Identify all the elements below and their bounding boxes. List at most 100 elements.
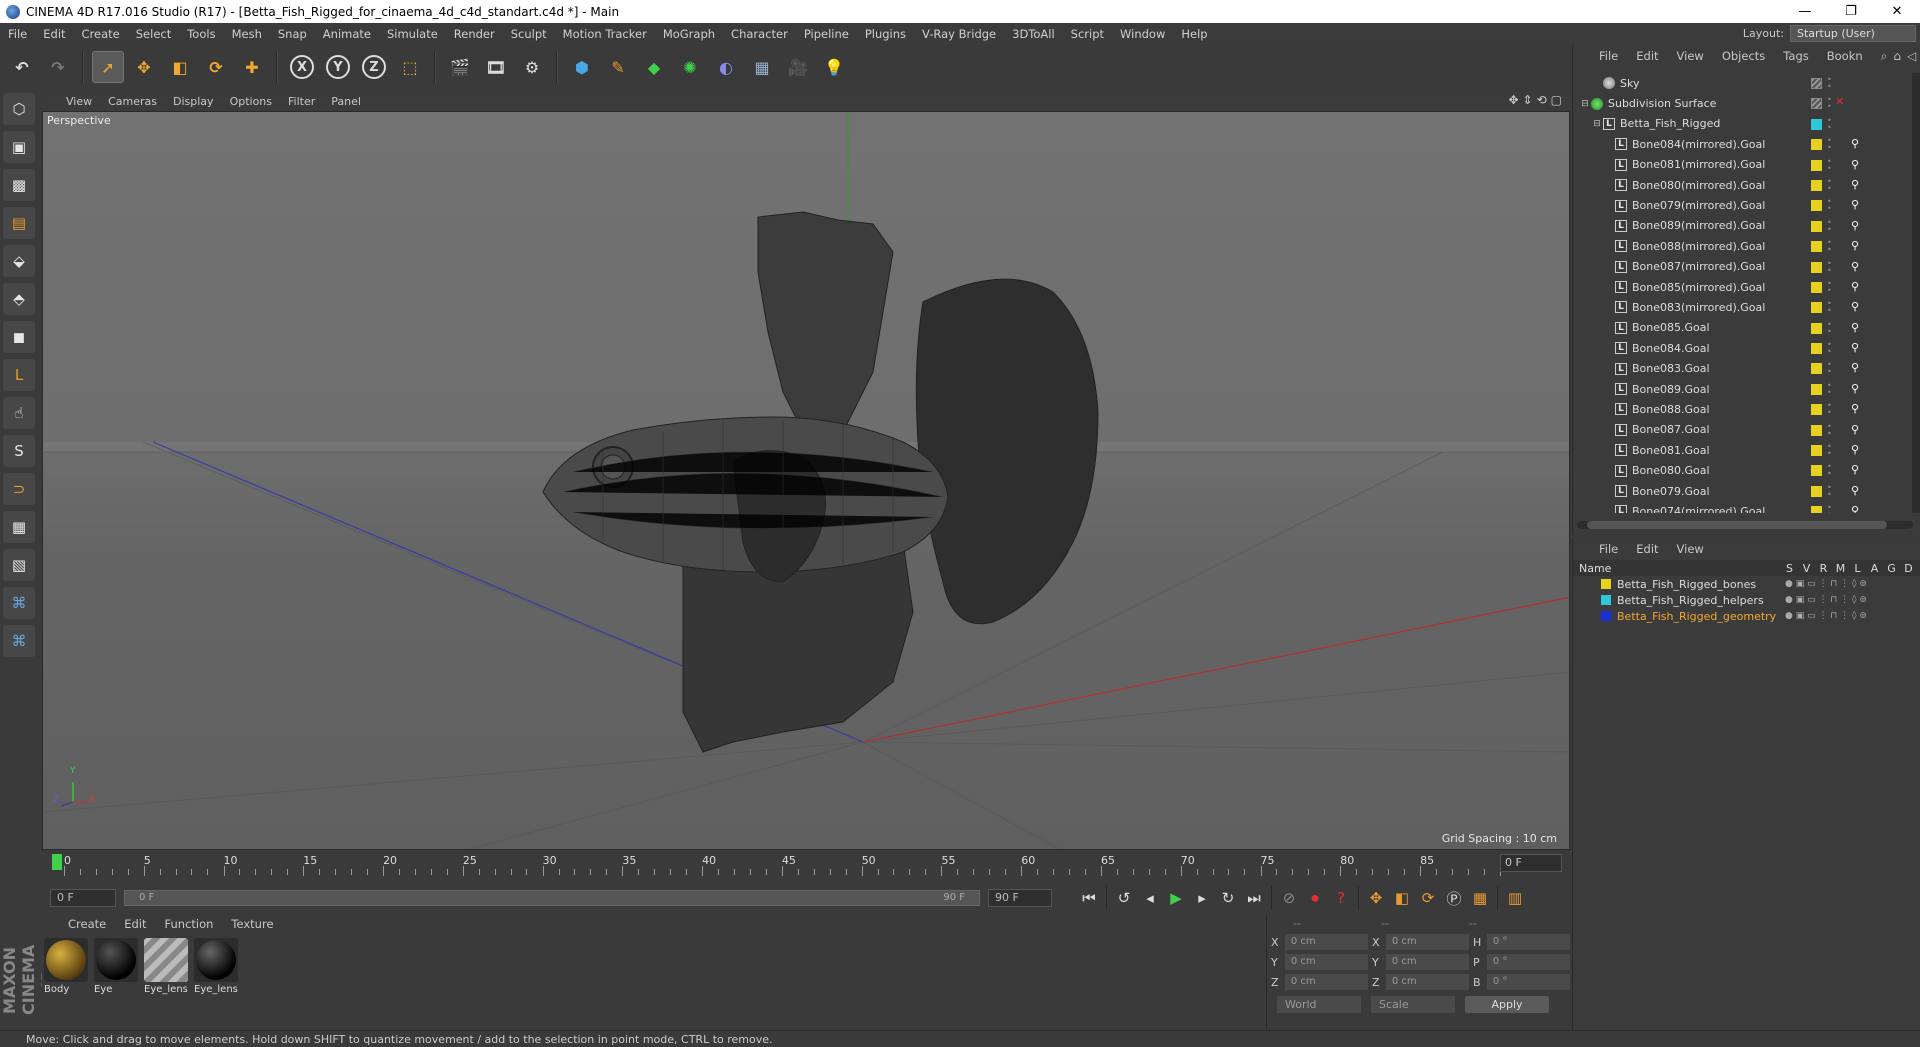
visibility-dots-icon[interactable]: •• — [1827, 96, 1833, 111]
search-icon[interactable]: ⌕ — [1881, 49, 1888, 64]
ik-tag-icon[interactable]: ⚲ — [1851, 361, 1865, 375]
coord-value-field[interactable]: 0 ° — [1486, 974, 1570, 990]
recent-tools-icon[interactable]: ✚ — [236, 51, 268, 83]
layer-col-r[interactable]: R — [1815, 562, 1832, 575]
ik-tag-icon[interactable]: ⚲ — [1851, 443, 1865, 457]
object-row[interactable]: L Bone083.Goal • • ⚲ — [1573, 358, 1913, 378]
scale-select[interactable]: Scale — [1371, 996, 1455, 1013]
menu-snap[interactable]: Snap — [270, 27, 315, 41]
object-name[interactable]: Bone087(mirrored).Goal — [1632, 260, 1765, 273]
material-swatch[interactable]: Body — [44, 938, 88, 995]
floor-icon[interactable]: ▦ — [746, 51, 778, 83]
scale-icon[interactable]: ◧ — [164, 51, 196, 83]
visibility-dots-icon[interactable]: •• — [1827, 341, 1833, 356]
object-row[interactable]: L Bone085.Goal • • ⚲ — [1573, 318, 1913, 338]
undo-icon[interactable]: ↶ — [6, 51, 38, 83]
object-row[interactable]: L Bone081.Goal • • ⚲ — [1573, 440, 1913, 460]
key-scale-icon[interactable]: ◧ — [1389, 885, 1415, 911]
menu-v-ray-bridge[interactable]: V-Ray Bridge — [914, 27, 1004, 41]
playhead-marker[interactable] — [52, 854, 62, 870]
layer-name[interactable]: Betta_Fish_Rigged_geometry — [1617, 610, 1776, 623]
visibility-dots-icon[interactable]: •• — [1827, 504, 1833, 513]
render-picture-viewer-icon[interactable]: 🎞 — [480, 51, 512, 83]
mat-menu-function[interactable]: Function — [165, 917, 214, 931]
object-name[interactable]: Bone089(mirrored).Goal — [1632, 219, 1765, 232]
previous-frame-icon[interactable]: ◂ — [1137, 885, 1163, 911]
object-row[interactable]: L Bone087.Goal • • ⚲ — [1573, 420, 1913, 440]
visibility-dots-icon[interactable]: •• — [1827, 177, 1833, 192]
move-icon[interactable]: ✥ — [128, 51, 160, 83]
coord-value-field[interactable]: 0 ° — [1486, 954, 1570, 970]
menu-mograph[interactable]: MoGraph — [655, 27, 723, 41]
world-select[interactable]: World — [1277, 996, 1361, 1013]
object-name[interactable]: Bone085.Goal — [1632, 321, 1710, 334]
tweak-mode-icon[interactable]: ☝ — [3, 397, 35, 429]
coordinate-system-icon[interactable]: ⬚ — [394, 51, 426, 83]
object-name[interactable]: Bone081.Goal — [1632, 444, 1710, 457]
layer-color-swatch[interactable] — [1811, 220, 1822, 232]
layer-color-swatch[interactable] — [1811, 363, 1822, 375]
visibility-dots-icon[interactable]: •• — [1827, 320, 1833, 335]
mat-menu-create[interactable]: Create — [68, 917, 106, 931]
viewport-menu-view[interactable]: View — [66, 95, 92, 108]
menu-3dtoall[interactable]: 3DToAll — [1004, 27, 1063, 41]
key-position-icon[interactable]: ✥ — [1363, 885, 1389, 911]
layer-color-swatch[interactable] — [1811, 118, 1822, 130]
layer-color-swatch[interactable] — [1811, 383, 1822, 395]
layer-color-swatch[interactable] — [1811, 322, 1822, 334]
menu-character[interactable]: Character — [723, 27, 796, 41]
workplane-grid-icon[interactable]: ▦ — [3, 511, 35, 543]
coord-value-field[interactable]: 0 cm — [1284, 954, 1368, 970]
layer-color-swatch[interactable] — [1811, 302, 1822, 314]
camera-label[interactable]: Perspective — [47, 114, 111, 127]
restore-button[interactable]: ❐ — [1828, 0, 1874, 23]
apply-button[interactable]: Apply — [1465, 996, 1549, 1013]
layer-color-swatch[interactable] — [1601, 595, 1611, 605]
viewport-menu-display[interactable]: Display — [173, 95, 214, 108]
coord-value-field[interactable]: 0 cm — [1385, 954, 1469, 970]
object-name[interactable]: Bone083(mirrored).Goal — [1632, 301, 1765, 314]
visibility-dots-icon[interactable]: •• — [1827, 218, 1833, 233]
visibility-dots-icon[interactable]: •• — [1827, 463, 1833, 478]
object-name[interactable]: Bone087.Goal — [1632, 423, 1710, 436]
layer-color-swatch[interactable] — [1811, 424, 1822, 436]
layer-col-s[interactable]: S — [1781, 562, 1798, 575]
array-icon[interactable]: ✺ — [674, 51, 706, 83]
layer-color-swatch[interactable] — [1811, 445, 1822, 457]
lm-menu-edit[interactable]: Edit — [1636, 542, 1658, 556]
y-axis-icon[interactable]: Y — [322, 51, 354, 83]
layer-color-swatch[interactable] — [1811, 261, 1822, 273]
lock-workplane-icon[interactable]: ▧ — [3, 549, 35, 581]
texture-mode-icon[interactable]: ▩ — [3, 169, 35, 201]
magnet-icon[interactable]: ⊃ — [3, 473, 35, 505]
visibility-dots-icon[interactable]: •• — [1827, 443, 1833, 458]
visibility-dots-icon[interactable]: •• — [1827, 422, 1833, 437]
python-icon[interactable]: ⌘ — [3, 587, 35, 619]
make-editable-icon[interactable]: ⬡ — [3, 93, 35, 125]
ik-tag-icon[interactable]: ⚲ — [1851, 341, 1865, 355]
close-button[interactable]: ✕ — [1874, 0, 1920, 23]
material-swatch[interactable]: Eye — [94, 938, 138, 995]
menu-select[interactable]: Select — [128, 27, 179, 41]
rotate-icon[interactable]: ⟳ — [200, 51, 232, 83]
back-icon[interactable]: ◁ — [1907, 49, 1916, 64]
lm-menu-file[interactable]: File — [1599, 542, 1618, 556]
visibility-dots-icon[interactable]: •• — [1827, 361, 1833, 376]
layer-col-d[interactable]: D — [1900, 562, 1917, 575]
menu-create[interactable]: Create — [74, 27, 128, 41]
om-menu-file[interactable]: File — [1599, 49, 1618, 63]
ik-tag-icon[interactable]: ⚲ — [1851, 158, 1865, 172]
layer-row[interactable]: Betta_Fish_Rigged_geometry ● ▣ ▭ ⋮ ⊓ ⋮ ◊ … — [1573, 608, 1920, 624]
visibility-dots-icon[interactable]: •• — [1827, 259, 1833, 274]
menu-tools[interactable]: Tools — [179, 27, 223, 41]
ik-tag-icon[interactable]: ⚲ — [1851, 504, 1865, 513]
coord-value-field[interactable]: 0 cm — [1385, 934, 1469, 950]
om-menu-tags[interactable]: Tags — [1783, 49, 1808, 63]
ik-tag-icon[interactable]: ⚲ — [1851, 280, 1865, 294]
menu-file[interactable]: File — [0, 27, 35, 41]
ik-tag-icon[interactable]: ⚲ — [1851, 382, 1865, 396]
viewport-menu-options[interactable]: Options — [230, 95, 272, 108]
subdivision-icon[interactable]: ◆ — [638, 51, 670, 83]
3d-viewport[interactable]: Perspective Y X Z Grid Spacing : 10 cm — [42, 111, 1570, 850]
object-name[interactable]: Bone080(mirrored).Goal — [1632, 179, 1765, 192]
